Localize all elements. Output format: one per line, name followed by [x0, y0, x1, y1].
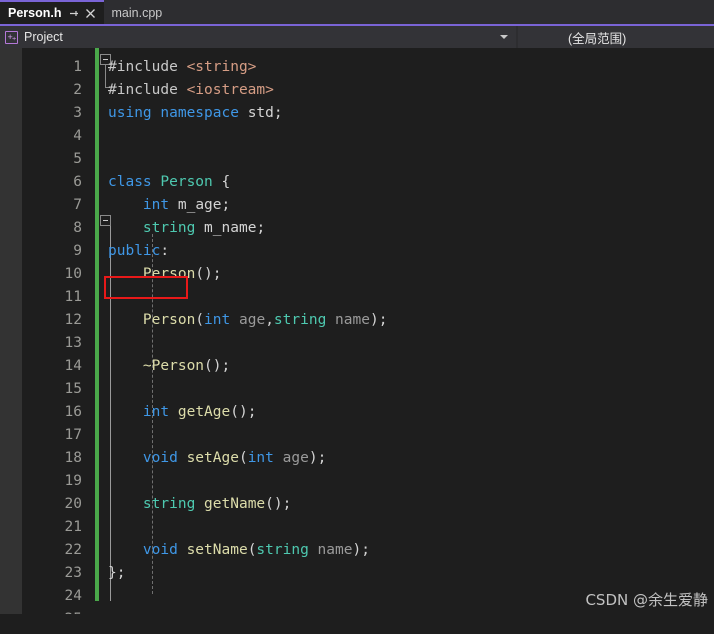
code-line-text: Person(int age,string name); — [142, 312, 388, 328]
tab-person-h-label: Person.h — [8, 6, 62, 20]
close-icon[interactable] — [85, 8, 96, 19]
code-line[interactable]: class Person { — [0, 171, 714, 194]
code-line[interactable] — [0, 286, 714, 309]
scope-dropdown-label: (全局范围) — [568, 31, 627, 46]
code-line[interactable]: void setAge(int age); — [0, 447, 714, 470]
code-line[interactable] — [0, 148, 714, 171]
code-line[interactable]: #include <string> — [0, 56, 714, 79]
code-line[interactable]: string getName(); — [0, 493, 714, 516]
tab-main-cpp[interactable]: main.cpp — [103, 0, 171, 24]
code-line[interactable] — [0, 470, 714, 493]
code-line-text: #include <string> — [108, 59, 257, 75]
visual-studio-editor-window: Person.h main.cpp +₊ Project (全局范围) 1 #i… — [0, 0, 714, 634]
code-line-text: int getAge(); — [142, 404, 257, 420]
code-line-text: Person(); — [142, 266, 222, 282]
code-line[interactable] — [0, 332, 714, 355]
pin-icon[interactable] — [68, 8, 79, 19]
editor-tab-strip: Person.h main.cpp — [0, 0, 714, 24]
code-line-text: public: — [108, 243, 170, 259]
code-line[interactable]: int getAge(); — [0, 401, 714, 424]
code-line[interactable]: string m_name; — [0, 217, 714, 240]
code-line[interactable]: int m_age; — [0, 194, 714, 217]
code-line[interactable] — [0, 378, 714, 401]
code-line-text: class Person { — [108, 174, 231, 190]
project-dropdown[interactable]: +₊ Project — [0, 26, 516, 48]
code-line[interactable]: using namespace std; — [0, 102, 714, 125]
scope-dropdown[interactable]: (全局范围) — [518, 26, 714, 48]
project-add-icon: +₊ — [5, 30, 18, 44]
code-line[interactable]: ~Person(); — [0, 355, 714, 378]
code-line-text: }; — [108, 565, 126, 581]
csdn-watermark: CSDN @余生爱静 — [585, 591, 708, 609]
code-line[interactable]: void setName(string name); — [0, 539, 714, 562]
chevron-down-icon[interactable] — [500, 35, 508, 39]
code-line[interactable]: #include <iostream> — [0, 79, 714, 102]
code-text-layer: 1 #include <string> 2 #include <iostream> 3 u… — [0, 48, 714, 614]
tab-main-cpp-label: main.cpp — [111, 6, 163, 20]
code-line-text: void setAge(int age); — [142, 450, 327, 466]
code-line-text: string getName(); — [142, 496, 292, 512]
code-line-text: void setName(string name); — [142, 542, 370, 558]
code-line-text: int m_age; — [142, 197, 231, 213]
code-line[interactable]: Person(); — [0, 263, 714, 286]
code-line[interactable] — [0, 424, 714, 447]
navigation-bar: +₊ Project (全局范围) — [0, 26, 714, 48]
code-line[interactable]: Person(int age,string name); — [0, 309, 714, 332]
code-line-text: string m_name; — [142, 220, 266, 236]
project-dropdown-label: Project — [24, 30, 63, 44]
code-line[interactable]: }; — [0, 562, 714, 585]
code-line-text: #include <iostream> — [108, 82, 274, 98]
tab-person-h[interactable]: Person.h — [0, 0, 104, 24]
tab-strip-filler — [170, 0, 714, 24]
code-line[interactable]: public: — [0, 240, 714, 263]
code-line-text: ~Person(); — [142, 358, 231, 374]
code-line-text: using namespace std; — [108, 105, 283, 121]
code-line[interactable] — [0, 125, 714, 148]
code-editor[interactable]: 1 #include <string> 2 #include <iostream> 3 u… — [0, 48, 714, 614]
code-line[interactable] — [0, 516, 714, 539]
